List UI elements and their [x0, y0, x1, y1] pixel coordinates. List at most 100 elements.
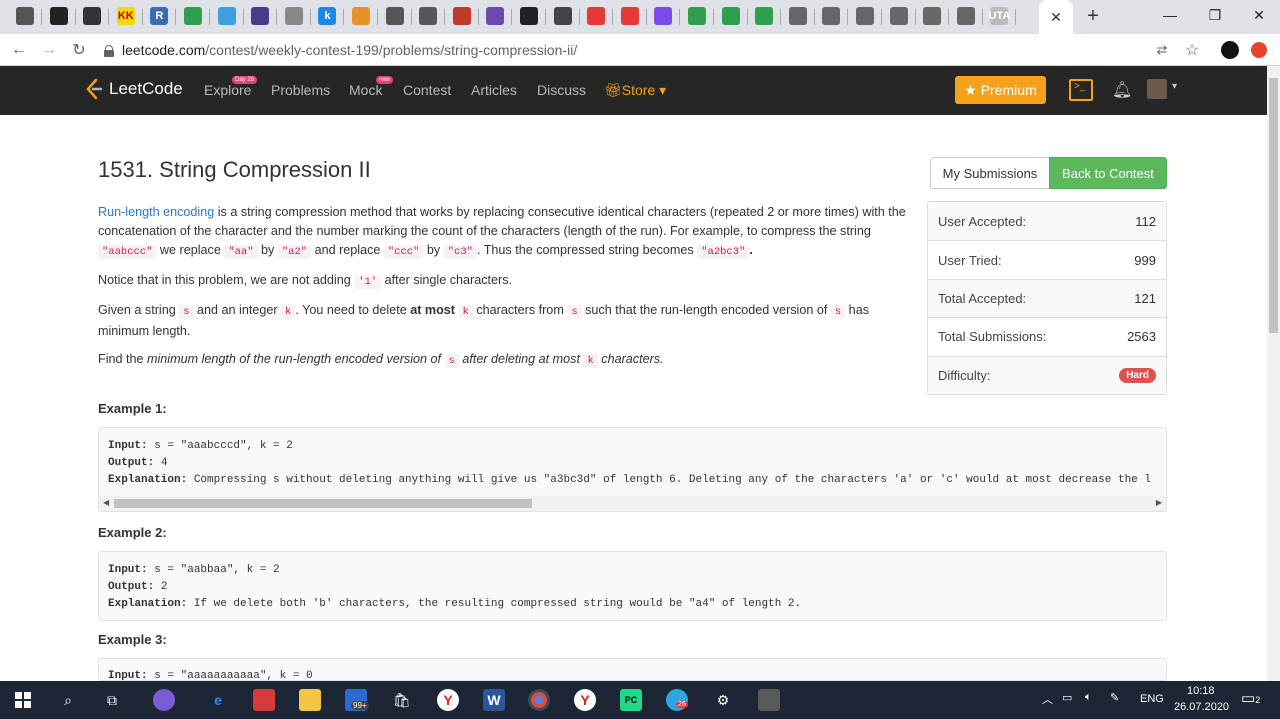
tab-globe-icon[interactable] — [923, 7, 942, 25]
reload-icon[interactable]: ↻ — [68, 39, 90, 61]
profile-icon[interactable] — [1248, 39, 1270, 61]
tab-q-icon[interactable] — [721, 7, 740, 25]
bell-icon[interactable]: 🔔︎ — [1112, 80, 1132, 100]
yandex-icon[interactable]: Y — [574, 689, 596, 711]
avatar[interactable] — [1147, 79, 1167, 99]
active-tab[interactable]: ✕ — [1039, 0, 1073, 34]
store-icon[interactable]: 🛍︎ — [391, 689, 413, 711]
chevron-down-icon[interactable]: ▾ — [1172, 81, 1177, 92]
tab-compass-icon[interactable] — [284, 7, 303, 25]
back-arrow-icon[interactable]: ← — [8, 39, 30, 61]
example-code-block: Input: s = "aaaaaaaaaaa", k = 0 — [98, 658, 1167, 681]
tab-r-icon[interactable]: R — [150, 7, 169, 25]
yandex-icon[interactable]: Y — [437, 689, 459, 711]
nav-mock[interactable]: Mock new — [349, 76, 394, 98]
gift-app-icon[interactable] — [253, 689, 275, 711]
new-tab-button[interactable]: + — [1082, 5, 1104, 27]
tab-separator — [981, 9, 983, 25]
restore-button[interactable]: ❐ — [1200, 4, 1230, 26]
explore-badge: Day 26 — [232, 76, 258, 84]
scroll-right-icon[interactable]: ▶ — [1156, 498, 1162, 507]
leetcode-logo[interactable]: LeetCode — [85, 78, 183, 100]
tab-globe-icon[interactable] — [856, 7, 874, 25]
scrollbar-thumb[interactable] — [114, 499, 532, 508]
task-view-icon[interactable]: ⧉ — [101, 689, 123, 711]
calculator-icon[interactable] — [758, 689, 780, 711]
scrollbar-thumb[interactable] — [1269, 78, 1278, 333]
tab-kk-icon[interactable]: KK — [116, 7, 135, 25]
tab-globe-icon[interactable] — [419, 7, 438, 25]
edge-icon[interactable]: e — [207, 689, 229, 711]
tab-globe-icon[interactable] — [385, 7, 404, 25]
tab-globe-icon[interactable] — [956, 7, 975, 25]
close-tab-icon[interactable]: ✕ — [1050, 9, 1062, 26]
my-submissions-button[interactable]: My Submissions — [930, 157, 1050, 189]
nav-explore[interactable]: Explore Day 26 — [204, 76, 258, 98]
tab-reader-icon[interactable] — [16, 7, 34, 25]
tab-image-icon[interactable] — [452, 7, 471, 25]
tab-q-icon[interactable] — [688, 7, 706, 25]
pen-icon[interactable]: ✎ — [1110, 691, 1119, 704]
chrome-icon[interactable] — [528, 689, 550, 711]
code-horizontal-scrollbar[interactable]: ◀ ▶ — [99, 496, 1166, 511]
tab-notion-icon[interactable] — [49, 7, 68, 25]
word-icon[interactable]: W — [483, 689, 505, 711]
nav-store[interactable]: 🎁︎Store ▾ — [604, 82, 666, 99]
settings-gear-icon[interactable]: ⚙ — [712, 689, 734, 711]
tab-puzzle-icon[interactable] — [486, 7, 505, 25]
tab-k-icon[interactable]: k — [318, 7, 337, 25]
extension-icon[interactable] — [1219, 39, 1241, 61]
windows-start-icon[interactable] — [12, 689, 34, 711]
premium-button[interactable]: ★ Premium — [955, 76, 1046, 104]
close-window-button[interactable]: ✕ — [1244, 4, 1274, 26]
run-length-link[interactable]: Run-length encoding — [98, 205, 214, 219]
url-field[interactable]: leetcode.com/contest/weekly-contest-199/… — [104, 38, 1206, 62]
star-icon: ★ — [964, 81, 977, 98]
nav-problems[interactable]: Problems — [271, 82, 330, 98]
battery-icon[interactable]: ▭ — [1062, 691, 1072, 704]
search-icon[interactable]: ⌕ — [57, 689, 79, 711]
mail-icon[interactable]: 99+ — [345, 689, 369, 711]
chevron-up-icon[interactable]: ︿ — [1042, 691, 1053, 707]
volume-icon[interactable]: 🔈︎ — [1085, 691, 1092, 704]
nav-contest[interactable]: Contest — [403, 82, 451, 98]
tab-separator — [746, 9, 748, 25]
tab-github-icon[interactable] — [520, 7, 538, 25]
tab-t-circle-icon[interactable] — [553, 7, 572, 25]
tab-hash-icon[interactable] — [251, 7, 270, 25]
playground-icon[interactable]: >_ — [1069, 79, 1093, 101]
tab-red-box-icon[interactable] — [587, 7, 606, 25]
stat-row: Total Accepted: 121 — [928, 278, 1166, 318]
tab-globe-icon[interactable] — [822, 7, 841, 25]
scroll-left-icon[interactable]: ◀ — [103, 498, 109, 507]
language-indicator[interactable]: ENG — [1140, 693, 1164, 705]
tab-bow-tie-icon[interactable] — [83, 7, 102, 25]
url-host: leetcode.com — [122, 42, 206, 58]
file-explorer-icon[interactable] — [299, 689, 321, 711]
nav-articles[interactable]: Articles — [471, 82, 517, 98]
back-to-contest-button[interactable]: Back to Contest — [1049, 157, 1167, 189]
tab-globe-icon[interactable] — [788, 7, 807, 25]
clock-time[interactable]: 10:18 — [1187, 685, 1215, 697]
app-icon[interactable] — [153, 689, 175, 711]
tab-q-icon[interactable] — [755, 7, 774, 25]
pycharm-icon[interactable]: PC — [620, 689, 642, 711]
tab-uta-icon[interactable]: UTA — [989, 7, 1010, 25]
nav-discuss[interactable]: Discuss — [537, 82, 586, 98]
bookmark-star-icon[interactable]: ☆ — [1181, 39, 1203, 61]
notification-icon[interactable]: ▭2 — [1241, 689, 1260, 707]
tab-red-box-icon[interactable] — [620, 7, 639, 25]
tab-cube-icon[interactable] — [217, 7, 236, 25]
tab-globe-icon[interactable] — [889, 7, 908, 25]
translate-icon[interactable]: ⇄ — [1151, 39, 1173, 61]
minimize-button[interactable]: — — [1155, 4, 1185, 26]
gift-icon: 🎁︎ — [604, 82, 622, 98]
clock-date[interactable]: 26.07.2020 — [1174, 701, 1229, 713]
browser-tab-strip: KK Rk UTA ✕ + — ❐ ✕ — [0, 0, 1280, 34]
tab-chart-icon[interactable] — [352, 7, 370, 25]
page-scrollbar[interactable] — [1267, 66, 1280, 681]
forward-arrow-icon[interactable]: → — [38, 39, 60, 61]
tab-check-circle-icon[interactable] — [184, 7, 202, 25]
telegram-icon[interactable]: 26 — [666, 689, 688, 711]
tab-kotlin-icon[interactable] — [654, 7, 673, 25]
